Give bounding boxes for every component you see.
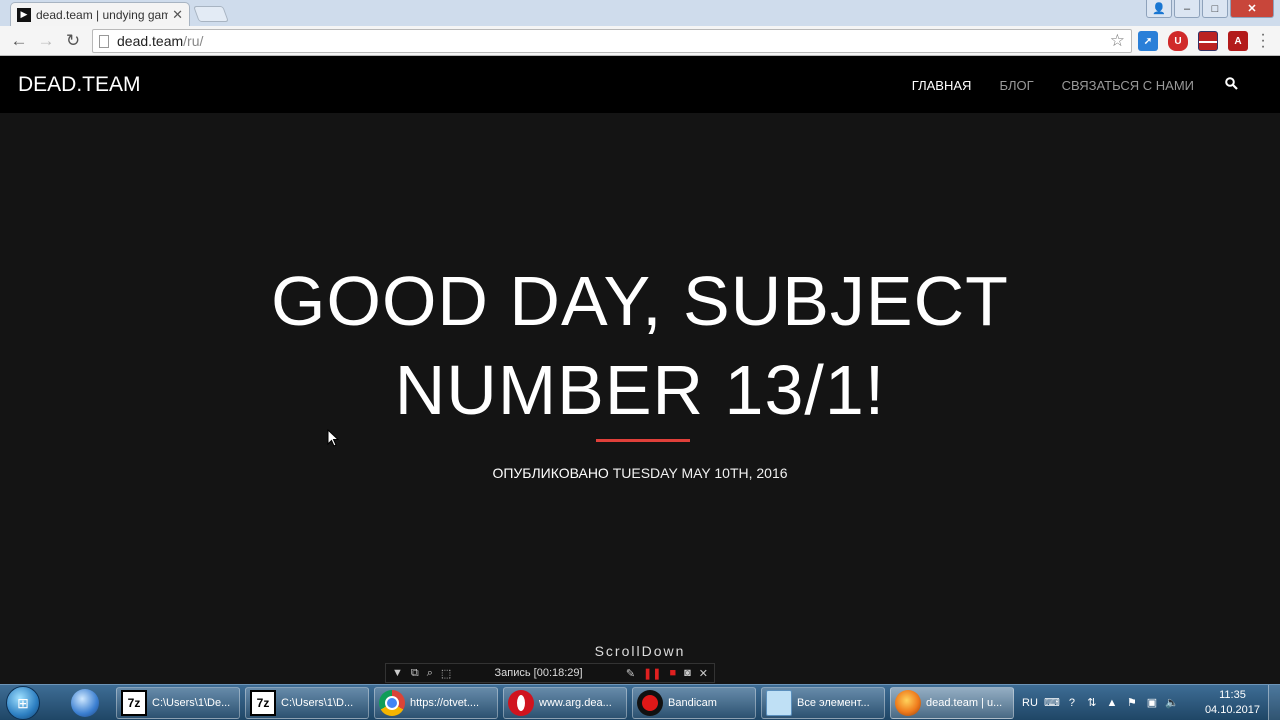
volume-icon[interactable]: 🔈 [1165,697,1179,709]
url-path: /ru/ [183,33,204,49]
site-navbar: DEAD.TEAM ГЛАВНАЯ БЛОГ СВЯЗАТЬСЯ С НАМИ [0,57,1280,113]
pause-icon[interactable]: ❚❚ [643,667,661,680]
system-clock[interactable]: 11:35 04.10.2017 [1205,688,1260,718]
extension-shield-icon[interactable]: U [1168,31,1188,51]
windows-taskbar: ⊞ 7z C:\Users\1\De... 7z C:\Users\1\D...… [0,684,1280,720]
taskbar-item-label: C:\Users\1\D... [281,697,354,709]
taskbar-item-label: dead.team | u... [926,697,1003,709]
action-center-flag-icon[interactable]: ⚑ [1126,697,1138,709]
show-desktop-button[interactable] [1268,685,1280,720]
hero-divider [596,439,690,442]
clock-time: 11:35 [1219,689,1246,701]
forward-button[interactable]: → [35,30,57,52]
window-icon[interactable]: ⧉ [411,667,419,680]
reload-button[interactable]: ↻ [62,30,84,52]
control-panel-icon [766,690,792,716]
dropdown-icon[interactable]: ▼ [392,667,403,679]
site-favicon-icon: ▶ [17,7,31,22]
help-icon[interactable]: ? [1066,697,1078,709]
extension-flag-icon[interactable] [1198,31,1218,51]
taskbar-item-label: Bandicam [668,697,717,709]
taskbar-item-bandicam[interactable]: Bandicam [632,687,756,719]
nav-contact[interactable]: СВЯЗАТЬСЯ С НАМИ [1062,78,1194,93]
camera-icon[interactable]: ◙ [684,667,691,679]
browser-tabstrip: ▶ dead.team | undying gam ✕ 👤 – □ ✕ [0,0,1280,26]
url-host: dead.team [117,33,184,49]
stop-icon[interactable]: ■ [669,667,676,679]
taskbar-item-control-panel[interactable]: Все элемент... [761,687,885,719]
new-tab-button[interactable] [193,6,229,22]
published-info: ОПУБЛИКОВАНО TUESDAY MAY 10TH, 2016 [0,465,1280,481]
scroll-down-label[interactable]: ScrollDown [0,643,1280,659]
minimize-button[interactable]: – [1174,0,1200,18]
user-profile-icon[interactable]: 👤 [1146,0,1172,18]
back-button[interactable]: ← [8,30,30,52]
start-button[interactable]: ⊞ [6,686,40,720]
network-sync-icon[interactable]: ⇅ [1086,697,1098,709]
taskbar-item-opera[interactable]: www.arg.dea... [503,687,627,719]
tab-title: dead.team | undying gam [36,7,169,22]
recording-status: Запись [00:18:29] [494,667,583,679]
7z-icon: 7z [121,690,147,716]
browser-toolbar: ← → ↻ dead.team/ru/ ☆ ➚ U A · · · [0,26,1280,56]
clock-date: 04.10.2017 [1204,704,1260,716]
tab-close-icon[interactable]: ✕ [172,7,183,23]
nav-blog[interactable]: БЛОГ [999,78,1033,93]
pencil-icon[interactable]: ✎ [626,667,635,680]
published-date: TUESDAY MAY 10TH, 2016 [612,465,788,481]
taskbar-item-label: https://otvet.... [410,697,480,709]
taskbar-item-firefox[interactable]: dead.team | u... [890,687,1014,719]
zoom-icon[interactable]: ⌕ [427,667,433,680]
hero-heading-line2: NUMBER 13/1! [394,351,886,429]
chrome-icon [379,690,405,716]
close-icon[interactable]: ✕ [699,667,708,680]
network-icon[interactable]: ▣ [1146,697,1158,709]
taskbar-item-label: C:\Users\1\De... [152,697,231,709]
extension-rocket-icon[interactable]: ➚ [1138,31,1158,51]
web-page: DEAD.TEAM ГЛАВНАЯ БЛОГ СВЯЗАТЬСЯ С НАМИ … [0,57,1280,684]
7z-icon: 7z [250,690,276,716]
keyboard-icon[interactable]: ⌨ [1044,697,1060,709]
language-indicator[interactable]: RU [1022,697,1038,709]
extension-pdf-icon[interactable]: A [1228,31,1248,51]
address-bar[interactable]: dead.team/ru/ ☆ [92,29,1132,53]
maximize-button[interactable]: □ [1202,0,1228,18]
firefox-icon [895,690,921,716]
window-controls: 👤 – □ ✕ [1146,0,1274,18]
bandicam-recording-bar: ▼ ⧉ ⌕ ⬚ Запись [00:18:29] ✎ ❚❚ ■ ◙ ✕ [385,663,715,683]
bookmark-star-icon[interactable]: ☆ [1110,31,1125,51]
nav-home[interactable]: ГЛАВНАЯ [912,78,972,93]
site-logo[interactable]: DEAD.TEAM [18,73,141,97]
pinned-ie-icon[interactable] [64,687,106,719]
region-icon[interactable]: ⬚ [441,667,451,680]
site-menu: ГЛАВНАЯ БЛОГ СВЯЗАТЬСЯ С НАМИ [912,78,1236,93]
page-icon [99,34,109,48]
close-window-button[interactable]: ✕ [1230,0,1274,18]
hero-heading-line1: GOOD DAY, SUBJECT [271,262,1009,340]
search-icon[interactable] [1225,77,1238,90]
taskbar-item-chrome[interactable]: https://otvet.... [374,687,498,719]
hero-heading: GOOD DAY, SUBJECT NUMBER 13/1! [0,257,1280,435]
bandicam-icon [637,690,663,716]
published-label: ОПУБЛИКОВАНО [492,465,609,481]
taskbar-item-7zip-2[interactable]: 7z C:\Users\1\D... [245,687,369,719]
system-tray: RU ⌨ ? ⇅ ▲ ⚑ ▣ 🔈 [1022,685,1179,720]
chrome-menu-icon[interactable]: · · · [1256,27,1270,55]
taskbar-item-label: www.arg.dea... [539,697,612,709]
opera-icon [508,690,534,716]
taskbar-item-label: Все элемент... [797,697,870,709]
show-hidden-icons-icon[interactable]: ▲ [1106,697,1118,709]
mouse-cursor-icon [327,429,339,447]
taskbar-item-7zip-1[interactable]: 7z C:\Users\1\De... [116,687,240,719]
browser-tab-active[interactable]: ▶ dead.team | undying gam ✕ [10,2,190,26]
